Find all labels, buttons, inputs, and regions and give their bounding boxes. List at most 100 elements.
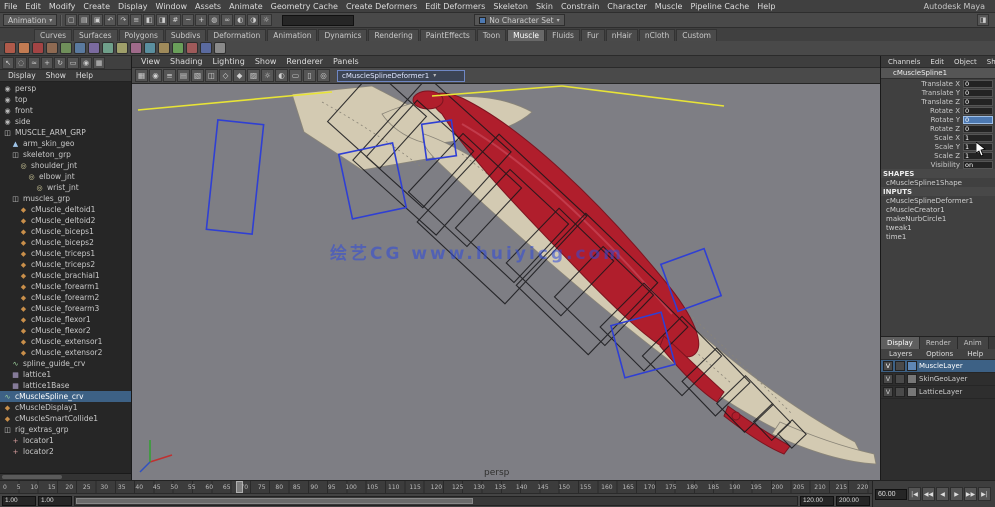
channel-box-menu-item[interactable]: Edit — [926, 58, 948, 66]
outliner-item[interactable]: ◫ MUSCLE_ARM_GRP — [0, 127, 131, 138]
construction-history-icon[interactable]: ∞ — [221, 14, 233, 26]
sidebar-toggle-icon[interactable]: ◨ — [977, 14, 989, 26]
menu-item[interactable]: Window — [152, 2, 192, 11]
scale-tool-icon[interactable]: ▭ — [67, 57, 79, 69]
outliner-item[interactable]: ◆ cMuscle_deltoid1 — [0, 204, 131, 215]
outliner-item[interactable]: + locator2 — [0, 446, 131, 457]
menu-item[interactable]: File — [0, 2, 21, 11]
layer-visibility-toggle[interactable]: V — [883, 374, 893, 384]
open-scene-icon[interactable]: ▤ — [78, 14, 90, 26]
muscle-spline-icon[interactable] — [32, 42, 44, 54]
menu-item[interactable]: Modify — [45, 2, 80, 11]
shelf-tab[interactable]: Deformation — [207, 29, 266, 41]
outliner-item[interactable]: ◎ wrist_jnt — [0, 182, 131, 193]
menu-item[interactable]: Skin — [532, 2, 557, 11]
play-back-button[interactable]: ◀ — [936, 487, 949, 501]
layer-color-swatch[interactable] — [907, 374, 917, 384]
menu-item[interactable]: Constrain — [557, 2, 603, 11]
outliner-item[interactable]: ◎ shoulder_jnt — [0, 160, 131, 171]
convert-surface-to-muscle-icon[interactable] — [46, 42, 58, 54]
outliner-menu-item[interactable]: Display — [4, 71, 40, 80]
shelf-tab[interactable]: Fur — [581, 29, 605, 41]
save-scene-icon[interactable]: ▣ — [91, 14, 103, 26]
select-object-icon[interactable]: ◧ — [143, 14, 155, 26]
lights-icon[interactable]: ☼ — [261, 69, 274, 82]
shelf-tab[interactable]: Subdivs — [165, 29, 206, 41]
snap-grid-icon[interactable]: # — [169, 14, 181, 26]
channel-box-menu-item[interactable]: Channels — [884, 58, 924, 66]
muscle-smart-collide-icon[interactable] — [74, 42, 86, 54]
viewport-menu-item[interactable]: Lighting — [208, 57, 248, 66]
layer-menu-item[interactable]: Options — [922, 350, 957, 358]
snap-surface-icon[interactable]: ◍ — [208, 14, 220, 26]
muscle-relax-icon[interactable] — [172, 42, 184, 54]
channel-value-field[interactable]: 0 — [963, 125, 993, 133]
muscle-builder-icon[interactable] — [4, 42, 16, 54]
channel-value-field[interactable]: 0 — [963, 116, 993, 124]
layer-color-swatch[interactable] — [907, 361, 917, 371]
outliner-item[interactable]: ◆ cMuscle_forearm2 — [0, 292, 131, 303]
outliner-item[interactable]: ◆ cMuscle_extensor1 — [0, 336, 131, 347]
undo-icon[interactable]: ↶ — [104, 14, 116, 26]
muscle-creator-icon[interactable] — [18, 42, 30, 54]
outliner-item[interactable]: ◆ cMuscle_deltoid2 — [0, 215, 131, 226]
textured-icon[interactable]: ▨ — [247, 69, 260, 82]
paint-select-tool-icon[interactable]: ≈ — [28, 57, 40, 69]
go-to-start-button[interactable]: |◀ — [908, 487, 921, 501]
layer-menu-item[interactable]: Layers — [885, 350, 916, 358]
outliner-item[interactable]: ◫ muscles_grp — [0, 193, 131, 204]
layer-row[interactable]: V LatticeLayer — [881, 386, 995, 399]
layer-editor-tab[interactable]: Anim — [958, 337, 989, 349]
outliner-item[interactable]: ◆ cMuscle_brachial1 — [0, 270, 131, 281]
menu-item[interactable]: Display — [114, 2, 152, 11]
film-gate-icon[interactable]: ▯ — [303, 69, 316, 82]
channel-node[interactable]: makeNurbCircle1 — [881, 214, 995, 223]
bookmark-icon[interactable]: ▤ — [177, 69, 190, 82]
channel-node[interactable]: INPUTS — [881, 187, 995, 196]
shelf-tab[interactable]: nCloth — [639, 29, 675, 41]
image-plane-icon[interactable]: ▧ — [191, 69, 204, 82]
current-time-field[interactable] — [875, 489, 907, 500]
outliner-item[interactable]: ◆ cMuscleSmartCollide1 — [0, 413, 131, 424]
current-time-indicator[interactable] — [236, 481, 243, 493]
animation-start-field[interactable] — [2, 496, 36, 506]
viewport-menu-item[interactable]: Panels — [329, 57, 363, 66]
lasso-tool-icon[interactable]: ◌ — [15, 57, 27, 69]
last-tool-icon[interactable]: ▦ — [93, 57, 105, 69]
render-current-icon[interactable]: ◐ — [234, 14, 246, 26]
outliner-item[interactable]: ▦ lattice1 — [0, 369, 131, 380]
two-d-pan-zoom-icon[interactable]: ◫ — [205, 69, 218, 82]
outliner-menu-item[interactable]: Help — [72, 71, 97, 80]
outliner-item[interactable]: ▲ arm_skin_geo — [0, 138, 131, 149]
camera-attributes-icon[interactable]: ≡ — [163, 69, 176, 82]
shelf-tab[interactable]: PaintEffects — [420, 29, 476, 41]
outliner-item[interactable]: ◆ cMuscle_triceps2 — [0, 259, 131, 270]
outliner-item[interactable]: ◉ side — [0, 116, 131, 127]
outliner-menu-item[interactable]: Show — [42, 71, 70, 80]
channel-box-menu-item[interactable]: Show — [983, 58, 995, 66]
outliner-scrollbar[interactable] — [0, 473, 131, 480]
show-manipulator-tool-icon[interactable]: ◉ — [80, 57, 92, 69]
outliner-item[interactable]: ◆ cMuscle_forearm1 — [0, 281, 131, 292]
layer-row[interactable]: V MuscleLayer — [881, 360, 995, 373]
muscle-jiggle-icon[interactable] — [186, 42, 198, 54]
menu-item[interactable]: Pipeline Cache — [686, 2, 753, 11]
viewport-menu-item[interactable]: Show — [251, 57, 281, 66]
outliner-item[interactable]: ◆ cMuscle_biceps2 — [0, 237, 131, 248]
quick-selection-field[interactable] — [282, 15, 354, 26]
channel-box-menu-item[interactable]: Object — [950, 58, 981, 66]
outliner-item[interactable]: ◆ cMuscle_flexor2 — [0, 325, 131, 336]
outliner-item[interactable]: + locator1 — [0, 435, 131, 446]
layer-playback-toggle[interactable] — [895, 361, 905, 371]
range-slider-bar[interactable] — [74, 496, 798, 506]
layer-menu-item[interactable]: Help — [963, 350, 987, 358]
muscle-self-collide-icon[interactable] — [158, 42, 170, 54]
menu-item[interactable]: Geometry Cache — [267, 2, 342, 11]
time-slider[interactable]: 0510152025303540455055606570758085909510… — [0, 480, 872, 493]
menu-set-dropdown[interactable]: Animation ▾ — [3, 14, 57, 26]
layer-visibility-toggle[interactable]: V — [883, 361, 893, 371]
paint-muscle-weights-icon[interactable] — [130, 42, 142, 54]
channel-value-field[interactable]: 0 — [963, 98, 993, 106]
menu-item[interactable]: Edit Deformers — [421, 2, 489, 11]
viewport-canvas[interactable]: 绘艺CG www.huiyicg.com persp — [132, 84, 880, 480]
